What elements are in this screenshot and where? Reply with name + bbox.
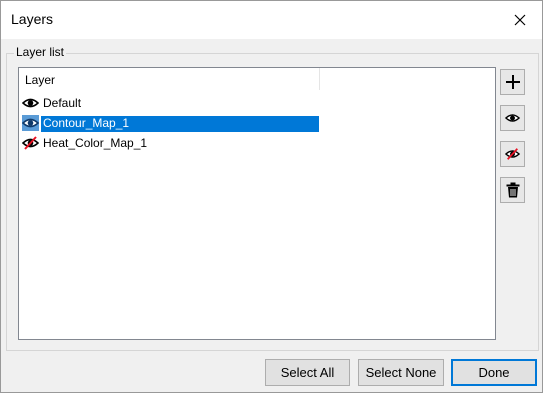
- close-icon: [514, 14, 526, 26]
- done-button[interactable]: Done: [451, 359, 537, 386]
- trash-icon: [506, 182, 519, 198]
- add-layer-button[interactable]: [500, 69, 525, 95]
- close-button[interactable]: [498, 1, 542, 39]
- hide-layer-button[interactable]: [500, 141, 525, 167]
- layer-row-label: Default: [43, 96, 82, 110]
- title-bar: Layers: [1, 1, 542, 39]
- delete-layer-button[interactable]: [500, 177, 525, 203]
- layer-row-contour-map[interactable]: Contour_Map_1: [21, 113, 319, 133]
- eye-icon: [504, 114, 521, 122]
- select-all-button[interactable]: Select All: [265, 359, 350, 386]
- eye-icon: [22, 98, 39, 108]
- show-layer-button[interactable]: [500, 105, 525, 131]
- layer-row-label: Contour_Map_1: [41, 116, 319, 132]
- layer-list[interactable]: Layer Default Contour_Map_1 Heat_Color_M…: [18, 67, 496, 340]
- column-header-label: Layer: [25, 73, 56, 87]
- select-none-button[interactable]: Select None: [358, 359, 444, 386]
- group-label: Layer list: [14, 45, 67, 59]
- window-title: Layers: [11, 11, 54, 27]
- layer-row-label: Heat_Color_Map_1: [43, 136, 148, 150]
- eye-hidden-icon: [504, 148, 521, 160]
- column-header-layer[interactable]: Layer: [19, 68, 320, 90]
- eye-icon: [22, 115, 39, 131]
- eye-hidden-icon: [22, 136, 39, 150]
- layer-list-group: Layer list Layer Default Contour_Map_1 H…: [6, 45, 539, 351]
- layer-row-default[interactable]: Default: [21, 93, 319, 113]
- layers-dialog: Layers Layer list Layer Default Contour_…: [0, 0, 543, 393]
- layer-row-heat-color-map[interactable]: Heat_Color_Map_1: [21, 133, 319, 153]
- plus-icon: [505, 75, 520, 89]
